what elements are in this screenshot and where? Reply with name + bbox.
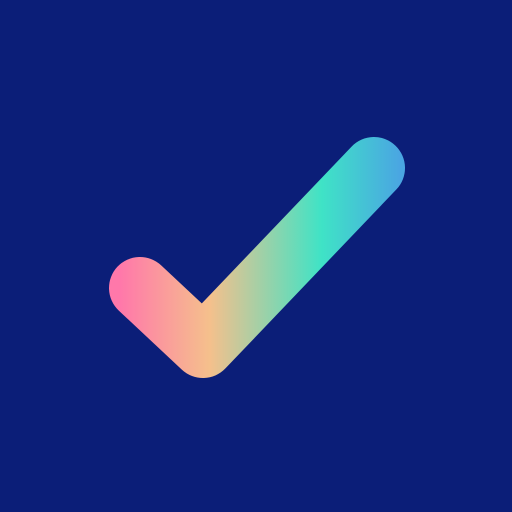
checkmark-icon: [109, 137, 405, 378]
app-icon-background: [0, 0, 512, 512]
checkmark-stroke: [109, 137, 405, 378]
